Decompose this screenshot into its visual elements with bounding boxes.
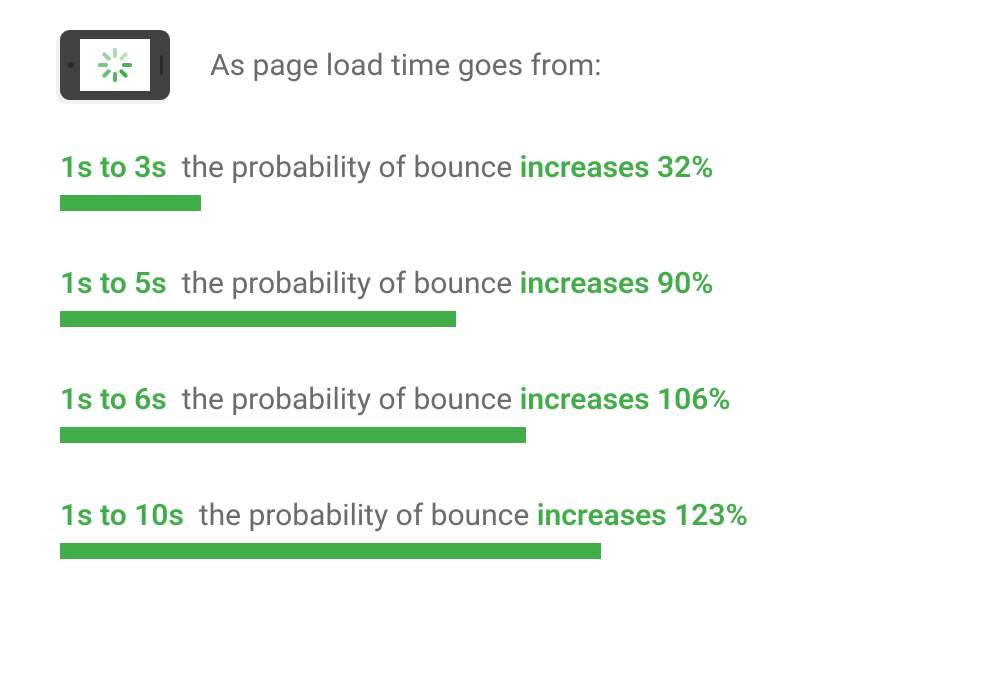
- stat-middle: the probability of bounce: [182, 150, 513, 185]
- time-range: 1s to 5s: [60, 266, 167, 301]
- stat-text: 1s to 5s the probability of bounce incre…: [60, 266, 940, 301]
- stat-bar: [60, 543, 601, 559]
- stat-text: 1s to 6s the probability of bounce incre…: [60, 382, 940, 417]
- stat-rows: 1s to 3s the probability of bounce incre…: [60, 150, 940, 559]
- phone-icon: [60, 30, 170, 100]
- stat-row: 1s to 3s the probability of bounce incre…: [60, 150, 940, 211]
- increase-value: increases 106%: [520, 382, 731, 417]
- phone-screen: [80, 39, 150, 91]
- stat-bar: [60, 195, 201, 211]
- stat-middle: the probability of bounce: [182, 266, 513, 301]
- increase-value: increases 32%: [520, 150, 714, 185]
- header-title: As page load time goes from:: [210, 48, 601, 83]
- increase-value: increases 90%: [520, 266, 714, 301]
- time-range: 1s to 6s: [60, 382, 167, 417]
- stat-middle: the probability of bounce: [182, 382, 513, 417]
- stat-bar: [60, 427, 526, 443]
- stat-middle: the probability of bounce: [199, 498, 530, 533]
- time-range: 1s to 10s: [60, 498, 184, 533]
- stat-row: 1s to 6s the probability of bounce incre…: [60, 382, 940, 443]
- loading-spinner-icon: [98, 48, 132, 82]
- stat-text: 1s to 10s the probability of bounce incr…: [60, 498, 940, 533]
- time-range: 1s to 3s: [60, 150, 167, 185]
- header: As page load time goes from:: [60, 30, 940, 100]
- stat-row: 1s to 10s the probability of bounce incr…: [60, 498, 940, 559]
- stat-bar: [60, 311, 456, 327]
- stat-row: 1s to 5s the probability of bounce incre…: [60, 266, 940, 327]
- increase-value: increases 123%: [537, 498, 748, 533]
- stat-text: 1s to 3s the probability of bounce incre…: [60, 150, 940, 185]
